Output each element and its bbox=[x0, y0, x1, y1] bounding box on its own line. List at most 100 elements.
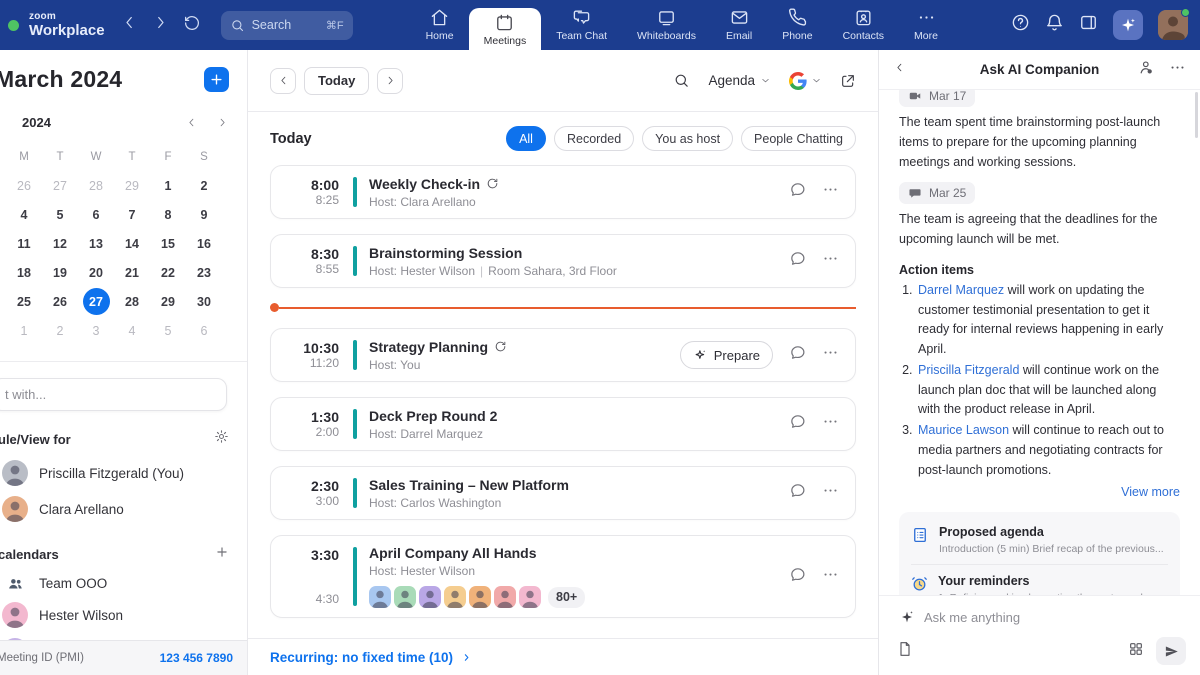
schedule-person-item[interactable]: Clara Arellano bbox=[0, 491, 247, 527]
meeting-chat-button[interactable] bbox=[789, 181, 806, 203]
calendar-day[interactable]: 11 bbox=[6, 229, 42, 258]
tab-contacts[interactable]: Contacts bbox=[828, 0, 899, 50]
tab-whiteboards[interactable]: Whiteboards bbox=[622, 0, 711, 50]
calendar-day[interactable]: 19 bbox=[42, 258, 78, 287]
panel-back-button[interactable] bbox=[893, 61, 906, 79]
calendar-day[interactable]: 4 bbox=[114, 316, 150, 345]
add-meeting-button[interactable] bbox=[204, 67, 229, 92]
calendar-day[interactable]: 15 bbox=[150, 229, 186, 258]
calendar-day[interactable]: 30 bbox=[186, 287, 222, 316]
filter-all[interactable]: All bbox=[506, 126, 546, 151]
meeting-card[interactable]: 8:008:25Weekly Check-inHost: Clara Arell… bbox=[270, 165, 856, 219]
help-button[interactable] bbox=[1011, 13, 1030, 37]
meeting-more-button[interactable] bbox=[822, 181, 839, 203]
calendar-day[interactable]: 2 bbox=[186, 171, 222, 200]
calendar-day[interactable]: 28 bbox=[78, 171, 114, 200]
filter-recorded[interactable]: Recorded bbox=[554, 126, 634, 151]
calendar-day[interactable]: 8 bbox=[150, 200, 186, 229]
open-external-button[interactable] bbox=[840, 73, 856, 89]
calendar-day[interactable]: 29 bbox=[150, 287, 186, 316]
previous-month-button[interactable] bbox=[185, 116, 198, 129]
calendar-day[interactable]: 22 bbox=[150, 258, 186, 287]
meeting-more-button[interactable] bbox=[822, 566, 839, 588]
calendar-day[interactable]: 1 bbox=[6, 316, 42, 345]
calendar-day[interactable]: 14 bbox=[114, 229, 150, 258]
calendar-day[interactable]: 18 bbox=[6, 258, 42, 287]
ask-ai-input[interactable] bbox=[924, 610, 1180, 625]
meeting-more-button[interactable] bbox=[822, 250, 839, 272]
tab-email[interactable]: Email bbox=[711, 0, 767, 50]
meeting-more-button[interactable] bbox=[822, 482, 839, 504]
next-day-button[interactable] bbox=[377, 68, 403, 94]
pmi-number[interactable]: 123 456 7890 bbox=[160, 651, 233, 665]
calendar-day[interactable]: 16 bbox=[186, 229, 222, 258]
meet-with-input[interactable] bbox=[0, 378, 227, 411]
person-link[interactable]: Maurice Lawson bbox=[918, 423, 1009, 437]
calendar-item[interactable]: Anthony Rios bbox=[0, 633, 247, 640]
tab-team-chat[interactable]: Team Chat bbox=[541, 0, 622, 50]
prepare-button[interactable]: Prepare bbox=[680, 341, 773, 369]
search-meetings-button[interactable] bbox=[673, 72, 690, 89]
calendar-day[interactable]: 20 bbox=[78, 258, 114, 287]
schedule-person-item[interactable]: Priscilla Fitzgerald (You) bbox=[0, 455, 247, 491]
calendar-item[interactable]: Team OOO bbox=[0, 570, 247, 597]
meeting-chat-button[interactable] bbox=[789, 413, 806, 435]
next-month-button[interactable] bbox=[216, 116, 229, 129]
calendar-day[interactable]: 26 bbox=[6, 171, 42, 200]
calendar-day[interactable]: 2 bbox=[42, 316, 78, 345]
tab-phone[interactable]: Phone bbox=[767, 0, 827, 50]
calendar-day[interactable]: 4 bbox=[6, 200, 42, 229]
schedule-settings-button[interactable] bbox=[214, 429, 229, 449]
calendar-day[interactable]: 3 bbox=[78, 316, 114, 345]
previous-day-button[interactable] bbox=[270, 68, 296, 94]
view-selector-dropdown[interactable]: Agenda bbox=[708, 73, 771, 88]
person-link[interactable]: Priscilla Fitzgerald bbox=[918, 363, 1019, 377]
history-button[interactable] bbox=[181, 12, 203, 39]
meeting-more-button[interactable] bbox=[822, 413, 839, 435]
meeting-card[interactable]: 3:304:30April Company All HandsHost: Hes… bbox=[270, 535, 856, 618]
global-search-input[interactable]: Search ⌘F bbox=[221, 11, 353, 40]
calendar-day[interactable]: 21 bbox=[114, 258, 150, 287]
apps-button[interactable] bbox=[1128, 641, 1144, 662]
calendar-day[interactable]: 1 bbox=[150, 171, 186, 200]
meeting-card[interactable]: 10:3011:20Strategy PlanningHost: YouPrep… bbox=[270, 328, 856, 382]
calendar-day[interactable]: 23 bbox=[186, 258, 222, 287]
filter-you-as-host[interactable]: You as host bbox=[642, 126, 733, 151]
calendar-day-selected[interactable]: 27 bbox=[78, 287, 114, 316]
today-button[interactable]: Today bbox=[304, 67, 369, 95]
calendar-day[interactable]: 6 bbox=[186, 316, 222, 345]
calendar-day[interactable]: 5 bbox=[150, 316, 186, 345]
nav-back-button[interactable] bbox=[119, 12, 140, 38]
calendar-day[interactable]: 7 bbox=[114, 200, 150, 229]
suggestion-row-proposed-agenda[interactable]: Proposed agendaIntroduction (5 min) Brie… bbox=[911, 516, 1168, 564]
send-button[interactable] bbox=[1156, 637, 1186, 665]
tab-meetings[interactable]: Meetings bbox=[469, 8, 542, 50]
calendar-day[interactable]: 29 bbox=[114, 171, 150, 200]
toggle-side-panel-button[interactable] bbox=[1079, 13, 1098, 37]
tab-more[interactable]: More bbox=[899, 0, 953, 50]
meeting-chat-button[interactable] bbox=[789, 566, 806, 588]
view-more-link[interactable]: View more bbox=[899, 485, 1180, 499]
add-calendar-button[interactable] bbox=[215, 545, 229, 564]
recurring-meetings-link[interactable]: Recurring: no fixed time (10) bbox=[270, 650, 472, 665]
suggestion-row-your-reminders[interactable]: Your reminders1. Refining and implementi… bbox=[911, 564, 1168, 595]
ai-companion-button[interactable] bbox=[1113, 10, 1143, 40]
attach-file-button[interactable] bbox=[897, 641, 913, 662]
google-calendar-dropdown[interactable] bbox=[789, 72, 822, 90]
meeting-card[interactable]: 1:302:00Deck Prep Round 2Host: Darrel Ma… bbox=[270, 397, 856, 451]
calendar-day[interactable]: 26 bbox=[42, 287, 78, 316]
calendar-day[interactable]: 13 bbox=[78, 229, 114, 258]
meeting-chat-button[interactable] bbox=[789, 344, 806, 366]
calendar-day[interactable]: 28 bbox=[114, 287, 150, 316]
meeting-chat-button[interactable] bbox=[789, 482, 806, 504]
user-avatar[interactable] bbox=[1158, 10, 1188, 40]
panel-scrollbar[interactable] bbox=[1195, 92, 1198, 138]
person-link[interactable]: Darrel Marquez bbox=[918, 283, 1004, 297]
calendar-day[interactable]: 25 bbox=[6, 287, 42, 316]
meeting-chat-button[interactable] bbox=[789, 250, 806, 272]
meeting-card[interactable]: 8:308:55Brainstorming SessionHost: Heste… bbox=[270, 234, 856, 288]
calendar-day[interactable]: 5 bbox=[42, 200, 78, 229]
meeting-more-button[interactable] bbox=[822, 344, 839, 366]
share-access-button[interactable] bbox=[1138, 59, 1155, 81]
nav-forward-button[interactable] bbox=[150, 12, 171, 38]
